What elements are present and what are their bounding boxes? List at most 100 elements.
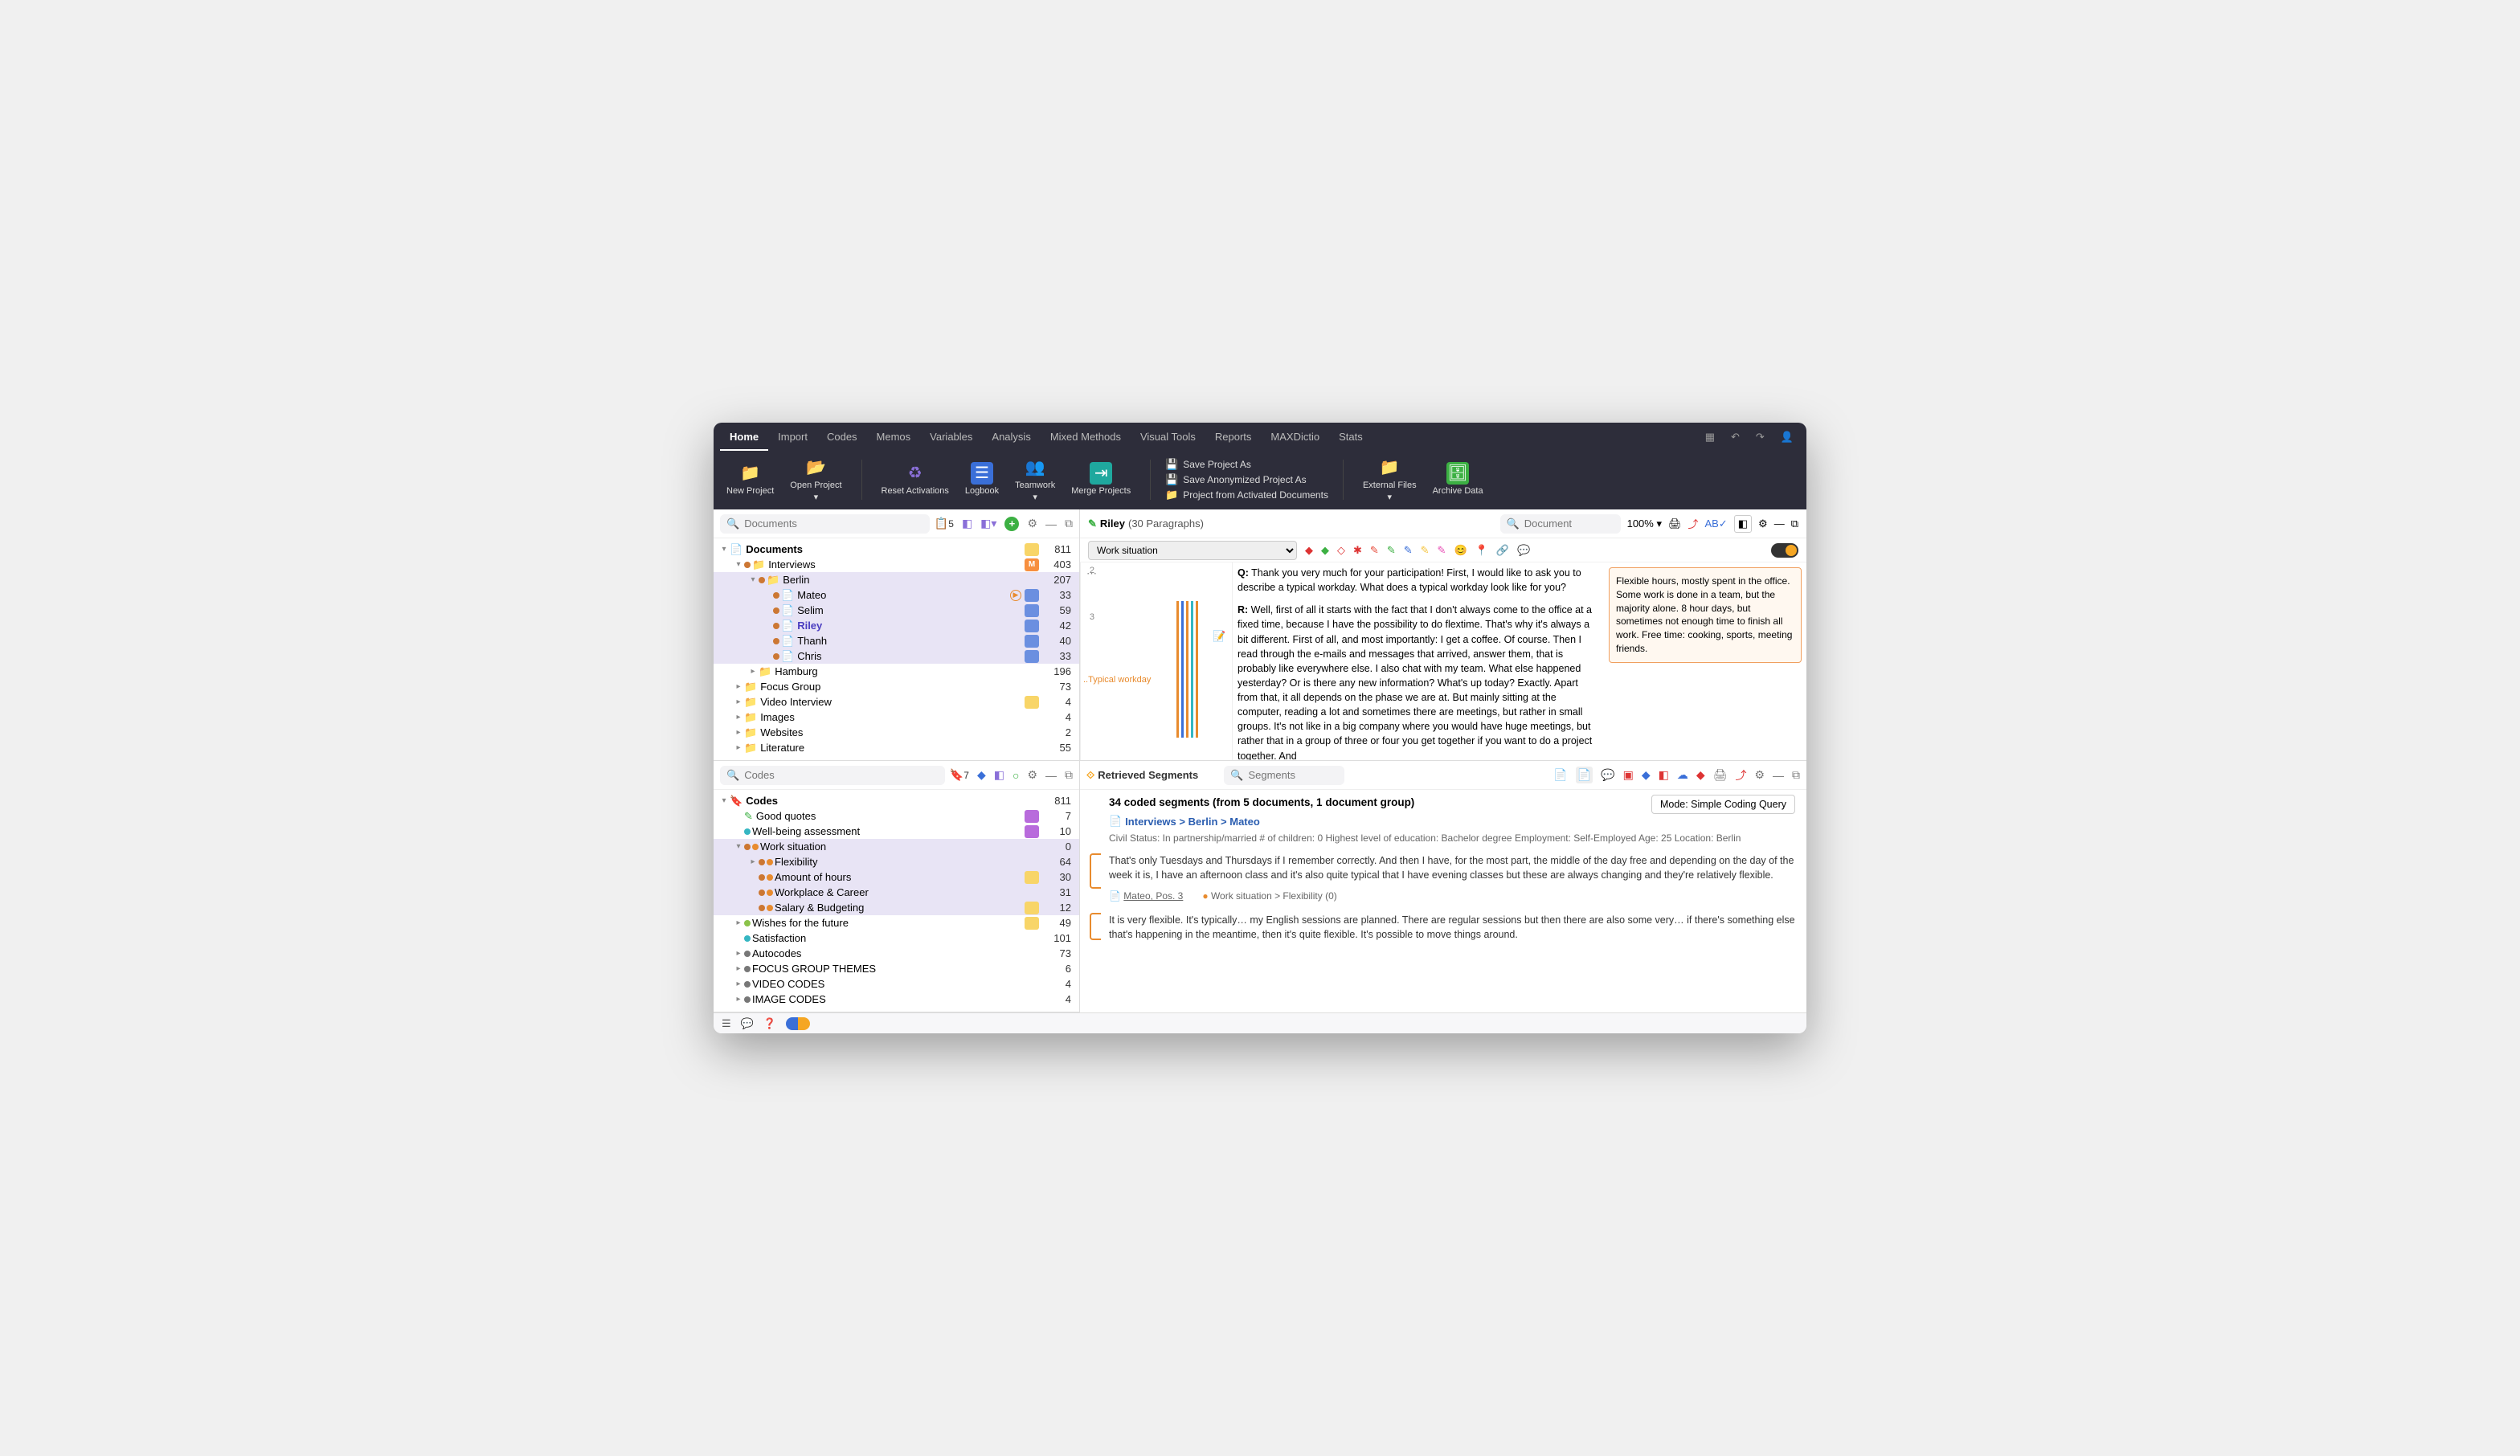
- open-project-button[interactable]: 📂Open Project ▾: [785, 455, 846, 505]
- more-icon[interactable]: ⋯: [1086, 567, 1097, 580]
- retrieved-breadcrumb[interactable]: 📄Interviews > Berlin > Mateo: [1109, 815, 1795, 828]
- documents-search-input[interactable]: [744, 517, 923, 530]
- export-icon[interactable]: ⤴: [1688, 516, 1699, 531]
- menu-tab-mixed-methods[interactable]: Mixed Methods: [1041, 424, 1131, 451]
- merge-projects-button[interactable]: ⇥Merge Projects: [1066, 460, 1135, 498]
- minimize-icon[interactable]: —: [1773, 769, 1784, 782]
- print-icon[interactable]: 🖨: [1668, 517, 1682, 530]
- settings-icon[interactable]: ⚙: [1027, 768, 1037, 782]
- sidebar-toggle-icon[interactable]: ◧: [1734, 515, 1752, 533]
- external-files-button[interactable]: 📁External Files ▾: [1358, 455, 1422, 505]
- code-tool-2-icon[interactable]: ◆: [1321, 544, 1329, 557]
- documents-search[interactable]: 🔍: [720, 514, 930, 534]
- code-tool-a-icon[interactable]: ◆: [977, 768, 986, 782]
- document-text[interactable]: Q:Q: Thank you very much for your partic…: [1233, 562, 1604, 760]
- teamwork-button[interactable]: 👥Teamwork ▾: [1010, 455, 1060, 505]
- tree-row[interactable]: ▾📁InterviewsM403: [714, 557, 1079, 572]
- segments-search[interactable]: 🔍: [1224, 766, 1344, 785]
- tree-row[interactable]: Workplace & Career31: [714, 885, 1079, 900]
- codes-tree[interactable]: ▾🔖Codes811✎Good quotes7Well-being assess…: [714, 790, 1079, 1012]
- export-icon[interactable]: ⤴: [1735, 767, 1746, 783]
- menu-tab-stats[interactable]: Stats: [1329, 424, 1372, 451]
- tree-row[interactable]: ▸Flexibility64: [714, 854, 1079, 869]
- segment-text[interactable]: It is very flexible. It's typically… my …: [1109, 913, 1795, 942]
- tree-row[interactable]: Amount of hours30: [714, 869, 1079, 885]
- menu-tab-reports[interactable]: Reports: [1205, 424, 1262, 451]
- segment-text[interactable]: That's only Tuesdays and Thursdays if I …: [1109, 853, 1795, 882]
- tree-row[interactable]: 📄Selim59: [714, 603, 1079, 618]
- user-icon[interactable]: 👤: [1774, 431, 1800, 444]
- spellcheck-icon[interactable]: AB✓: [1705, 517, 1728, 530]
- tree-row[interactable]: ▸📁Hamburg196: [714, 664, 1079, 679]
- tree-row[interactable]: ▸IMAGE CODES4: [714, 992, 1079, 1007]
- seg-tool-8-icon[interactable]: ◆: [1696, 768, 1705, 782]
- link-icon[interactable]: 🔗: [1496, 544, 1509, 557]
- status-help-icon[interactable]: ❓: [763, 1017, 776, 1030]
- tree-row[interactable]: 📄Mateo▶33: [714, 587, 1079, 603]
- settings-icon[interactable]: ⚙: [1754, 768, 1765, 782]
- status-toggle[interactable]: [786, 1017, 810, 1030]
- popout-icon[interactable]: ⧉: [1791, 517, 1798, 530]
- seg-tool-1-icon[interactable]: 📄: [1553, 768, 1567, 782]
- tree-row[interactable]: ▸📁Websites2: [714, 725, 1079, 740]
- highlighter-blue-icon[interactable]: ✎: [1404, 544, 1413, 557]
- segment-position-link[interactable]: Mateo, Pos. 3: [1123, 890, 1183, 902]
- minimize-icon[interactable]: —: [1045, 517, 1057, 530]
- tree-row[interactable]: ▸Wishes for the future49: [714, 915, 1079, 930]
- highlighter-pink-icon[interactable]: ✎: [1438, 544, 1446, 557]
- status-menu-icon[interactable]: ☰: [722, 1017, 731, 1030]
- code-combo[interactable]: Work situation: [1088, 541, 1297, 560]
- menu-tab-codes[interactable]: Codes: [817, 424, 867, 451]
- seg-comment-icon[interactable]: 💬: [1601, 768, 1614, 782]
- tree-row[interactable]: ▾🔖Codes811: [714, 793, 1079, 808]
- code-tool-c-icon[interactable]: ○: [1012, 769, 1019, 782]
- code-tool-4-icon[interactable]: ✱: [1353, 544, 1362, 557]
- tree-row[interactable]: 📄Thanh40: [714, 633, 1079, 648]
- menu-tab-memos[interactable]: Memos: [867, 424, 921, 451]
- segments-search-input[interactable]: [1248, 769, 1338, 781]
- settings-icon[interactable]: ⚙: [1027, 517, 1037, 530]
- tree-row[interactable]: ▸📁Literature55: [714, 740, 1079, 755]
- tree-row[interactable]: 📄Chris33: [714, 648, 1079, 664]
- menu-tab-import[interactable]: Import: [768, 424, 817, 451]
- menu-tab-variables[interactable]: Variables: [920, 424, 982, 451]
- documents-tree[interactable]: ▾📄Documents811▾📁InterviewsM403▾📁Berlin20…: [714, 538, 1079, 760]
- menu-tab-home[interactable]: Home: [720, 424, 768, 451]
- comment-icon[interactable]: 💬: [1517, 544, 1530, 557]
- reset-activations-button[interactable]: ♻Reset Activations: [877, 460, 954, 498]
- archive-data-button[interactable]: 🗄Archive Data: [1428, 460, 1488, 498]
- code-tool-3-icon[interactable]: ◇: [1337, 544, 1345, 557]
- coding-stripe-label[interactable]: ..Typical workday: [1083, 675, 1151, 685]
- undo-icon[interactable]: ↶: [1724, 431, 1746, 444]
- tree-row[interactable]: ▾Work situation0: [714, 839, 1079, 854]
- emoji-icon[interactable]: 😊: [1454, 544, 1467, 557]
- settings-icon[interactable]: ⚙: [1758, 517, 1768, 530]
- mode-label[interactable]: Mode: Simple Coding Query: [1651, 795, 1795, 814]
- doc-tool-2-icon[interactable]: ◧▾: [980, 517, 996, 530]
- zoom-dropdown[interactable]: 100% ▾: [1627, 517, 1662, 530]
- edit-toggle[interactable]: [1771, 543, 1798, 558]
- codes-search-input[interactable]: [744, 769, 939, 781]
- memo-marker-icon[interactable]: 📝: [1213, 630, 1225, 643]
- tree-row[interactable]: ▸📁Video Interview4: [714, 694, 1079, 710]
- codes-search[interactable]: 🔍: [720, 766, 945, 785]
- doc-tool-1-icon[interactable]: ◧: [962, 517, 972, 530]
- tree-row[interactable]: ▸Autocodes73: [714, 946, 1079, 961]
- popout-icon[interactable]: ⧉: [1065, 517, 1073, 530]
- tree-row[interactable]: ▸📁Images4: [714, 710, 1079, 725]
- tree-row[interactable]: ▾📁Berlin207: [714, 572, 1079, 587]
- seg-cloud-icon[interactable]: ☁: [1677, 768, 1688, 782]
- seg-tool-6-icon[interactable]: ◧: [1659, 768, 1669, 782]
- print-icon[interactable]: 🖨: [1713, 768, 1728, 782]
- popout-icon[interactable]: ⧉: [1065, 768, 1073, 782]
- save-project-as-button[interactable]: 💾Save Project As: [1165, 458, 1328, 471]
- tree-row[interactable]: ▸FOCUS GROUP THEMES6: [714, 961, 1079, 976]
- menu-tab-analysis[interactable]: Analysis: [982, 424, 1040, 451]
- tree-row[interactable]: ▸📁Focus Group73: [714, 679, 1079, 694]
- save-anon-button[interactable]: 💾Save Anonymized Project As: [1165, 473, 1328, 486]
- highlighter-yellow-icon[interactable]: ✎: [1421, 544, 1430, 557]
- browser-search-input[interactable]: [1524, 517, 1614, 530]
- logbook-button[interactable]: ☰Logbook: [960, 460, 1004, 498]
- memo-note[interactable]: Flexible hours, mostly spent in the offi…: [1609, 567, 1802, 663]
- layout-icon[interactable]: ▦: [1699, 431, 1721, 444]
